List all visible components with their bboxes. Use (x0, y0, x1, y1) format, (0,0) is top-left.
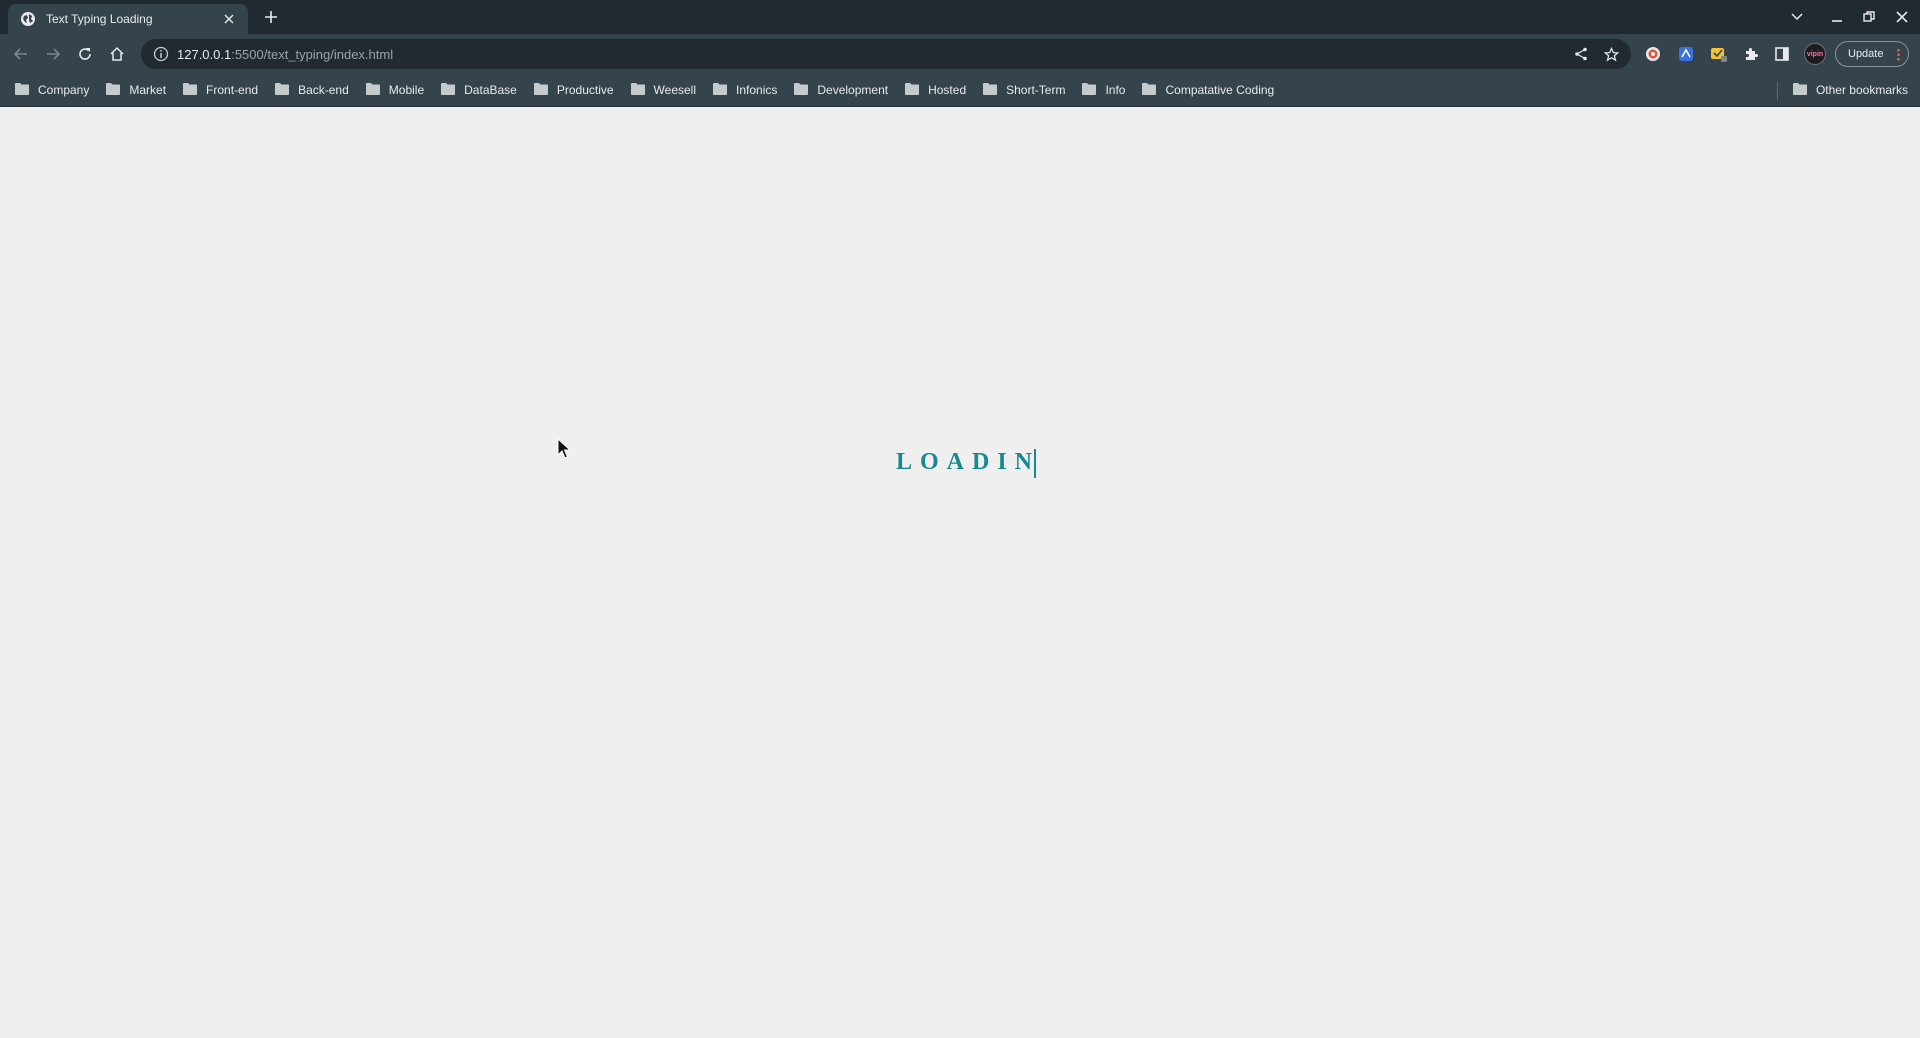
bookmark-folder-database[interactable]: DataBase (432, 77, 525, 103)
other-bookmarks-folder[interactable]: Other bookmarks (1784, 77, 1916, 103)
folder-icon (1141, 82, 1157, 98)
profile-avatar[interactable]: vipin (1804, 43, 1826, 65)
back-arrow-icon[interactable] (9, 42, 33, 66)
reload-icon[interactable] (73, 42, 97, 66)
home-icon[interactable] (105, 42, 129, 66)
forward-arrow-icon[interactable] (41, 42, 65, 66)
bookmark-label: Productive (556, 83, 614, 97)
bookmark-label: Company (38, 83, 90, 97)
menu-dots-icon (1897, 48, 1900, 61)
bookmark-folder-back-end[interactable]: Back-end (266, 77, 357, 103)
extension-red-icon[interactable] (1643, 44, 1663, 64)
folder-icon (1792, 82, 1808, 98)
bookmark-folder-mobile[interactable]: Mobile (357, 77, 432, 103)
bookmark-folder-weesell[interactable]: Weesell (622, 77, 704, 103)
bookmark-label: Compatative Coding (1165, 83, 1275, 97)
extensions-puzzle-icon[interactable] (1741, 44, 1761, 64)
close-tab-icon[interactable] (220, 10, 238, 28)
folder-icon (904, 82, 920, 98)
bookmark-label: Market (129, 83, 167, 97)
mouse-pointer-icon (557, 437, 573, 460)
share-icon[interactable] (1571, 44, 1591, 64)
bookmarks-bar: Company Market Front-end Back-end Mobile Data… (0, 74, 1920, 107)
bookmark-folder-productive[interactable]: Productive (525, 77, 622, 103)
tab-strip: Text Typing Loading (0, 0, 1920, 34)
bookmarks-separator (1777, 82, 1778, 100)
bookmark-label: Development (817, 83, 889, 97)
tab-active[interactable]: Text Typing Loading (8, 4, 248, 34)
bookmark-list: Company Market Front-end Back-end Mobile Data… (6, 74, 1282, 106)
bookmark-folder-market[interactable]: Market (97, 77, 174, 103)
extension-yellow-icon[interactable] (1709, 44, 1729, 64)
url-path: :5500/text_typing/index.html (231, 46, 394, 62)
update-label: Update (1848, 48, 1884, 60)
address-bar[interactable]: 127.0.0.1:5500/text_typing/index.html (141, 39, 1631, 69)
folder-icon (630, 82, 646, 98)
url-text: 127.0.0.1:5500/text_typing/index.html (177, 47, 1561, 62)
bookmark-folder-front-end[interactable]: Front-end (174, 77, 266, 103)
bookmark-folder-development[interactable]: Development (785, 77, 896, 103)
folder-icon (182, 82, 198, 98)
bookmark-folder-infonics[interactable]: Infonics (704, 77, 785, 103)
bookmark-label: Weesell (653, 83, 697, 97)
folder-icon (14, 82, 30, 98)
bookmark-folder-hosted[interactable]: Hosted (896, 77, 974, 103)
browser-toolbar: 127.0.0.1:5500/text_typing/index.html vi… (0, 34, 1920, 74)
folder-icon (982, 82, 998, 98)
folder-icon (533, 82, 549, 98)
bookmark-star-icon[interactable] (1601, 44, 1621, 64)
page-content (0, 107, 1920, 1038)
bookmark-label: Hosted (928, 83, 967, 97)
typing-caret (1034, 449, 1037, 478)
bookmark-label: Infonics (736, 83, 778, 97)
side-panel-icon[interactable] (1772, 44, 1792, 64)
minimize-window-icon[interactable] (1826, 6, 1848, 28)
folder-icon (365, 82, 381, 98)
new-tab-button[interactable] (260, 6, 282, 28)
folder-icon (1081, 82, 1097, 98)
bookmark-label: DataBase (464, 83, 517, 97)
globe-icon (20, 11, 36, 27)
extension-blue-icon[interactable] (1676, 44, 1696, 64)
site-info-icon[interactable] (153, 46, 169, 62)
bookmark-label: Front-end (206, 83, 259, 97)
url-host: 127.0.0.1 (177, 46, 232, 62)
bookmark-label: Mobile (388, 83, 425, 97)
folder-icon (105, 82, 121, 98)
bookmark-label: Info (1105, 83, 1126, 97)
loading-text: LOADIN (896, 449, 1041, 475)
tab-title: Text Typing Loading (46, 12, 153, 26)
bookmark-folder-compatative-coding[interactable]: Compatative Coding (1133, 77, 1282, 103)
bookmark-label: Short-Term (1006, 83, 1066, 97)
other-bookmarks-label: Other bookmarks (1815, 83, 1908, 97)
folder-icon (440, 82, 456, 98)
close-window-icon[interactable] (1891, 6, 1913, 28)
update-button[interactable]: Update (1835, 41, 1909, 67)
folder-icon (712, 82, 728, 98)
tab-search-chevron-icon[interactable] (1786, 6, 1808, 28)
restore-window-icon[interactable] (1858, 6, 1880, 28)
bookmark-folder-info[interactable]: Info (1073, 77, 1133, 103)
bookmark-label: Back-end (298, 83, 349, 97)
bookmark-folder-short-term[interactable]: Short-Term (974, 77, 1073, 103)
folder-icon (793, 82, 809, 98)
folder-icon (274, 82, 290, 98)
bookmark-folder-company[interactable]: Company (6, 77, 97, 103)
